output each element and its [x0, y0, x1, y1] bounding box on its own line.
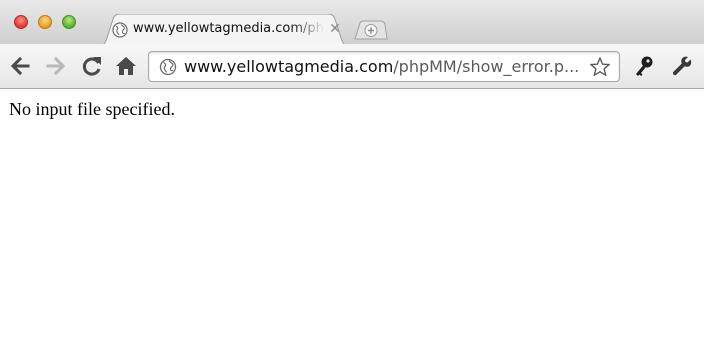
- tab-strip: www.yellowtagmedia.com/phpMM/show_error.…: [0, 0, 704, 46]
- wrench-icon[interactable]: [670, 54, 694, 78]
- globe-icon: [112, 22, 128, 38]
- star-icon[interactable]: [589, 56, 611, 78]
- window-close-button[interactable]: [14, 15, 28, 29]
- home-icon[interactable]: [114, 54, 138, 78]
- new-tab-button[interactable]: [354, 20, 388, 40]
- tab-title: www.yellowtagmedia.com/phpMM/show_error.…: [133, 21, 325, 36]
- url-host: www.yellowtagmedia.com: [184, 57, 394, 76]
- window-minimize-button[interactable]: [38, 15, 52, 29]
- back-arrow-icon[interactable]: [8, 54, 32, 78]
- page-content: No input file specified.: [0, 89, 704, 340]
- window-maximize-button[interactable]: [62, 15, 76, 29]
- tab-close-icon[interactable]: ✕: [328, 20, 342, 38]
- address-bar[interactable]: www.yellowtagmedia.com/phpMM/show_error.…: [148, 51, 620, 82]
- forward-arrow-icon[interactable]: [44, 54, 68, 78]
- plus-icon: [364, 24, 378, 37]
- error-message: No input file specified.: [9, 99, 175, 119]
- address-bar-url[interactable]: www.yellowtagmedia.com/phpMM/show_error.…: [184, 57, 584, 77]
- key-icon[interactable]: [632, 54, 656, 78]
- url-path: /phpMM/show_error.p...: [393, 57, 580, 76]
- globe-icon: [159, 58, 177, 76]
- reload-icon[interactable]: [80, 54, 104, 78]
- navigation-toolbar: www.yellowtagmedia.com/phpMM/show_error.…: [0, 44, 704, 89]
- tab-active[interactable]: www.yellowtagmedia.com/phpMM/show_error.…: [96, 14, 352, 46]
- browser-window: www.yellowtagmedia.com/phpMM/show_error.…: [0, 0, 704, 340]
